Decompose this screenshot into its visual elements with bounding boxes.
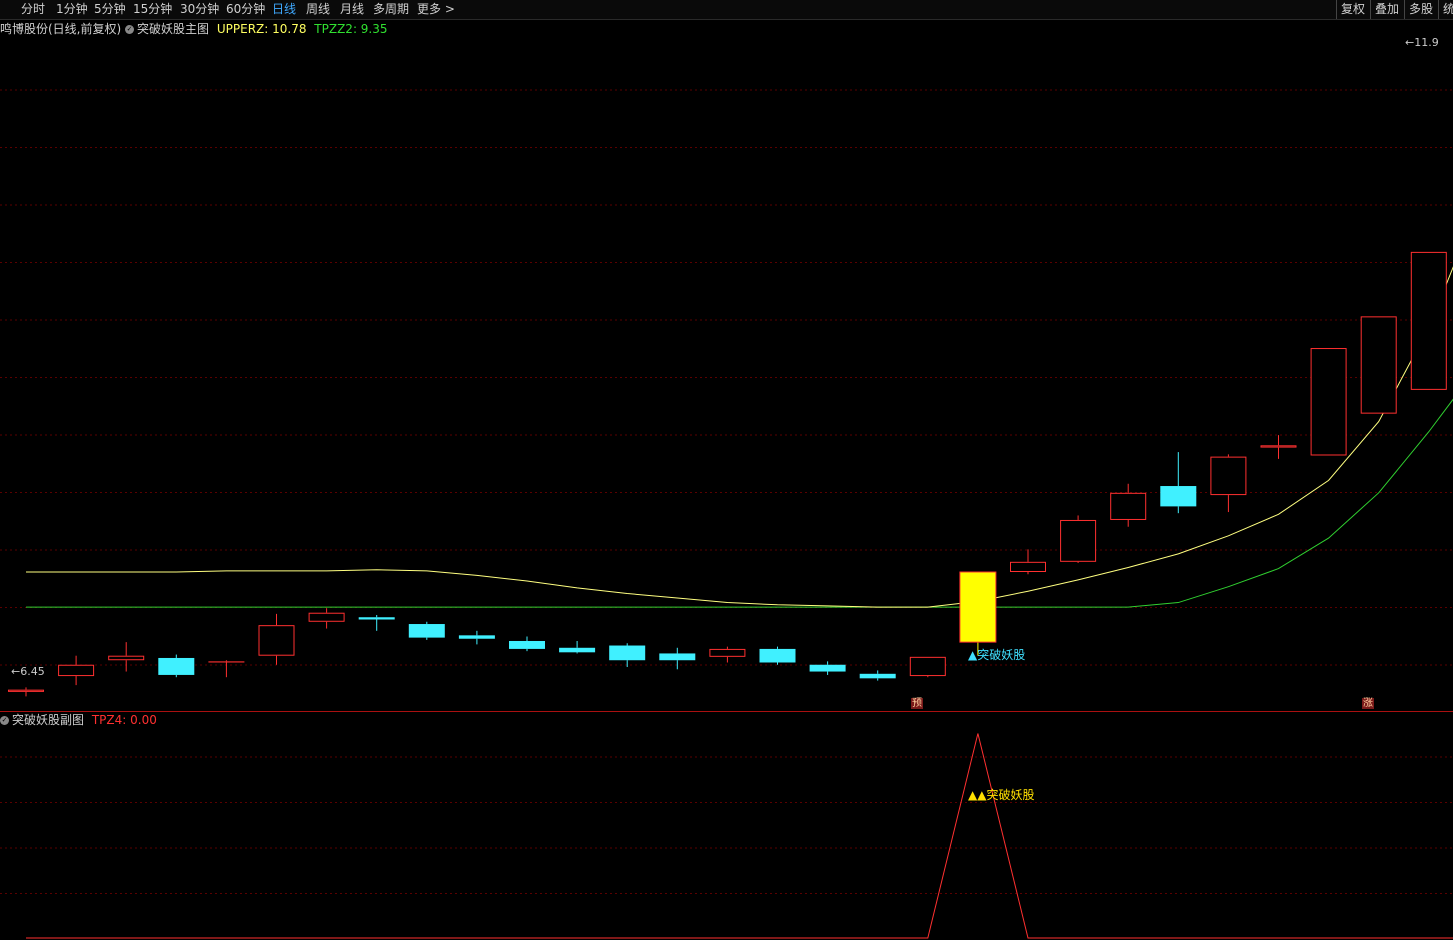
tpz4-line — [26, 733, 1453, 939]
period-toolbar: 分时 1分钟 5分钟 15分钟 30分钟 60分钟 日线 周线 月线 多周期 更… — [0, 0, 1453, 20]
period-tab-daily[interactable]: 日线 — [272, 1, 296, 18]
tpzz2-value: TPZZ2: 9.35 — [314, 22, 388, 36]
period-tab-60min[interactable]: 60分钟 — [226, 1, 265, 18]
main-breakout-signal: ▲突破妖股 — [968, 648, 1026, 662]
high-price-label: ←11.9 — [1405, 36, 1439, 49]
period-tab-15min[interactable]: 15分钟 — [133, 1, 172, 18]
candle-body — [659, 653, 696, 661]
stock-label: 鸣博股份(日线,前复权) — [0, 22, 122, 36]
candle-body — [1060, 519, 1097, 562]
candle-body — [1310, 348, 1347, 456]
candle-body — [709, 648, 746, 657]
main-candlestick-chart[interactable] — [0, 20, 1453, 710]
adjust-button[interactable]: 复权 — [1336, 0, 1369, 19]
candle-body — [909, 656, 946, 677]
overlay-button[interactable]: 叠加 — [1370, 0, 1403, 19]
sub-indicator-name: 突破妖股副图 — [12, 713, 85, 727]
period-tab-weekly[interactable]: 周线 — [306, 1, 330, 18]
multi-stock-button[interactable]: 多股 — [1404, 0, 1437, 19]
period-tab-more[interactable]: 更多 > — [417, 1, 455, 18]
period-tab-intraday[interactable]: 分时 — [21, 1, 45, 18]
period-tab-monthly[interactable]: 月线 — [340, 1, 364, 18]
low-price-label: ←6.45 — [11, 665, 45, 678]
period-tab-30min[interactable]: 30分钟 — [180, 1, 219, 18]
candle-body — [1110, 492, 1147, 520]
arrow-left-icon: ← — [1405, 36, 1415, 49]
candle-body — [158, 657, 195, 675]
candle-body — [458, 635, 495, 639]
candle-body — [58, 664, 95, 677]
stats-button[interactable]: 统 — [1438, 0, 1453, 19]
pre-marker: 预 — [911, 698, 923, 709]
candle-body — [509, 641, 545, 649]
candle-body — [1010, 561, 1046, 573]
candle-body — [859, 673, 896, 679]
period-tab-1min[interactable]: 1分钟 — [56, 1, 88, 18]
candle-body — [1360, 316, 1397, 414]
candle-body — [358, 617, 395, 620]
period-tab-multi[interactable]: 多周期 — [373, 1, 409, 18]
upperz-value: UPPERZ: 10.78 — [216, 22, 307, 36]
candle-body — [809, 664, 846, 672]
candle-body — [609, 645, 646, 661]
candle-body — [559, 647, 596, 653]
candle-body — [258, 625, 295, 656]
candle-body — [1410, 251, 1447, 390]
sub-legend: ✓ 突破妖股副图 TPZ4: 0.00 — [0, 712, 157, 728]
period-tab-5min[interactable]: 5分钟 — [94, 1, 126, 18]
candle-body — [1260, 445, 1297, 448]
candle-body — [959, 571, 997, 643]
sub-breakout-signal: ▲▲突破妖股 — [968, 788, 1035, 802]
candle-body — [759, 648, 796, 663]
candle-body — [1210, 456, 1247, 496]
candle-body — [408, 624, 445, 638]
candle-body — [108, 655, 145, 661]
check-icon[interactable]: ✓ — [125, 25, 135, 34]
upper-channel-line — [26, 266, 1453, 608]
arrow-left-icon: ← — [11, 665, 21, 678]
candle-body — [8, 689, 44, 692]
main-legend: 鸣博股份(日线,前复权) ✓ 突破妖股主图 UPPERZ: 10.78 TPZZ2… — [0, 21, 388, 37]
tpz4-value: TPZ4: 0.00 — [91, 713, 157, 727]
check-icon[interactable]: ✓ — [0, 716, 9, 725]
main-indicator-name: 突破妖股主图 — [137, 22, 210, 36]
rise-marker: 涨 — [1362, 698, 1374, 709]
candle-body — [1160, 486, 1197, 507]
candle-body — [308, 612, 345, 622]
sub-indicator-chart[interactable] — [0, 711, 1453, 940]
